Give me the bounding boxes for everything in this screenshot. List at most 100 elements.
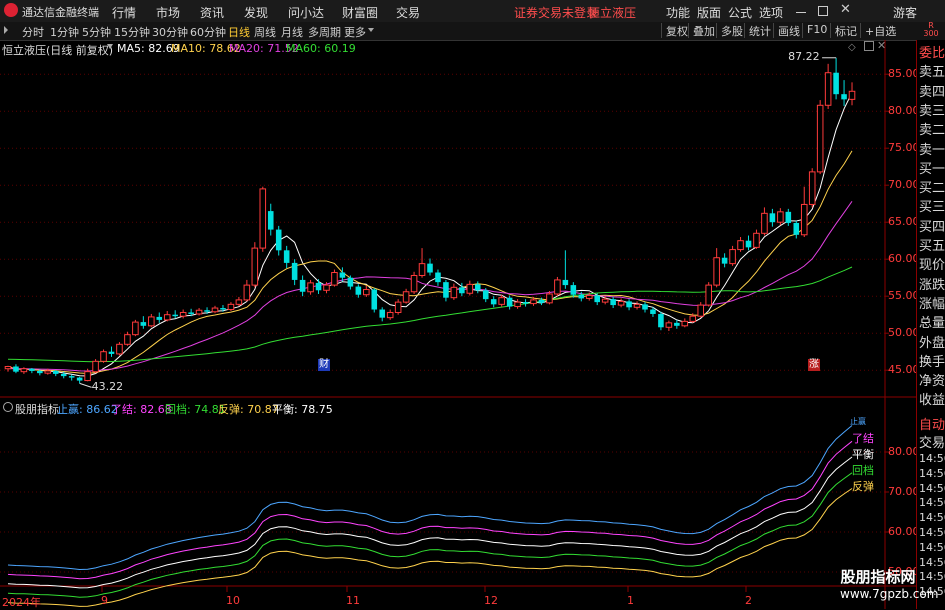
candle-body-20 [163,314,171,321]
menu-wenxiaoda[interactable]: 问小达 [288,4,324,21]
add-watchlist-button[interactable]: +自选 [860,23,900,38]
close-icon[interactable]: ✕ [840,2,851,17]
menu-function[interactable]: 功能 [666,4,690,21]
x-label-oct: 10 [226,594,240,607]
financial-report-marker[interactable]: 财 [318,359,330,371]
panel-label-8[interactable]: 买三 [919,196,945,215]
candle-82 [658,311,664,331]
auto-label[interactable]: 自动 [919,414,945,433]
panel-label-9[interactable]: 买四 [919,216,945,235]
panel-label-6[interactable]: 买一 [919,158,945,177]
statistics-button[interactable]: 统计 [744,23,775,38]
menu-news[interactable]: 资讯 [200,4,224,21]
indicator-settings-icon[interactable] [3,402,13,412]
panel-label-15[interactable]: 外盘 [919,332,945,351]
period-tab-15min[interactable]: 15分钟 [114,24,150,40]
candle-body-36 [291,262,298,280]
candle-35 [283,245,290,269]
period-tab-60min[interactable]: 60分钟 [190,24,226,40]
period-tab-monthly[interactable]: 月线 [281,24,303,40]
diamond-icon[interactable]: ◇ [848,42,856,53]
candle-body-24 [195,309,203,315]
panel-maximize-icon[interactable] [864,41,874,51]
period-tab-1min[interactable]: 1分钟 [50,24,79,40]
candle-body-53 [427,263,433,273]
candle-body-97 [777,211,784,223]
candle-body-0 [4,366,12,370]
menu-formula[interactable]: 公式 [728,4,752,21]
candle-body-37 [299,279,306,292]
menu-trade[interactable]: 交易 [396,4,420,21]
panel-label-0[interactable]: 委比 [919,42,945,61]
trade-login-notice[interactable]: 证券交易未登录 [514,4,598,21]
guest-label[interactable]: 游客 [893,4,917,21]
candle-body-35 [283,250,290,263]
limit-up-marker[interactable]: 涨 [808,359,820,371]
chart-title-chevron-icon[interactable] [107,44,113,49]
main-y-label-3: 60.00 [888,252,920,266]
menu-discover[interactable]: 发现 [244,4,268,21]
candle-body-30 [243,284,251,301]
ind-y-label-2: 70.00 [888,485,920,498]
panel-label-14[interactable]: 总量 [919,312,945,331]
more-chevron-down-icon[interactable] [368,28,374,32]
draw-line-button[interactable]: 画线 [773,23,804,38]
candle-104 [833,57,839,100]
menu-wealth-circle[interactable]: 财富圈 [342,4,378,21]
candle-3 [29,367,35,374]
panel-label-4[interactable]: 卖二 [919,119,945,138]
panel-label-18[interactable]: 收益 [919,389,945,408]
candle-76 [610,296,616,309]
maximize-icon[interactable] [818,6,828,16]
panel-label-16[interactable]: 换手 [919,351,945,370]
candle-6 [52,370,59,377]
panel-label-10[interactable]: 买五 [919,235,945,254]
trade-time-4: 14:56 [919,511,945,525]
panel-label-1[interactable]: 卖五 [919,61,945,80]
overlay-button[interactable]: 叠加 [688,23,719,38]
mark-button[interactable]: 标记 [830,23,861,38]
toolbar-arrow-icon[interactable] [4,26,8,34]
trade-detail-label[interactable]: 交易 [919,432,945,451]
period-tab-weekly[interactable]: 周线 [254,24,276,40]
candle-body-23 [188,312,194,314]
candle-20 [163,311,171,322]
menu-options[interactable]: 选项 [759,4,783,21]
multi-stock-button[interactable]: 多股 [716,23,747,38]
candle-61 [490,296,497,308]
candle-body-51 [410,274,418,293]
candle-body-101 [808,171,816,205]
menu-market[interactable]: 市场 [156,4,180,21]
period-tab-daily[interactable]: 日线 [228,24,250,40]
candle-39 [315,279,322,294]
period-tab-more[interactable]: 更多 [344,24,366,40]
panel-label-5[interactable]: 卖一 [919,139,945,158]
corner-badge[interactable]: R 300 [918,22,944,39]
watermark-url: www.7gpzb.com [840,587,939,601]
panel-label-17[interactable]: 净资 [919,370,945,389]
panel-label-2[interactable]: 卖四 [919,81,945,100]
panel-label-12[interactable]: 涨跌 [919,274,945,293]
period-tab-5min[interactable]: 5分钟 [82,24,111,40]
panel-close-icon[interactable]: ✕ [877,39,886,52]
panel-label-11[interactable]: 现价 [919,254,945,273]
candle-body-57 [459,287,465,294]
candle-45 [363,285,370,297]
candle-body-60 [482,290,489,300]
period-tab-multi[interactable]: 多周期 [308,24,341,40]
panel-label-13[interactable]: 涨幅 [919,293,945,312]
panel-label-3[interactable]: 卖三 [919,100,945,119]
menu-quotes[interactable]: 行情 [112,4,136,21]
candle-84 [674,319,680,329]
chart-area[interactable] [0,40,916,609]
candle-body-81 [650,309,656,314]
panel-label-7[interactable]: 买二 [919,177,945,196]
f10-button[interactable]: F10 [802,23,831,38]
candle-102 [816,100,824,175]
period-tab-intraday[interactable]: 分时 [22,24,44,40]
candle-body-69 [554,279,561,295]
period-tab-30min[interactable]: 30分钟 [152,24,188,40]
candle-105 [841,80,847,107]
menu-layout[interactable]: 版面 [697,4,721,21]
minimize-icon[interactable] [796,12,806,13]
